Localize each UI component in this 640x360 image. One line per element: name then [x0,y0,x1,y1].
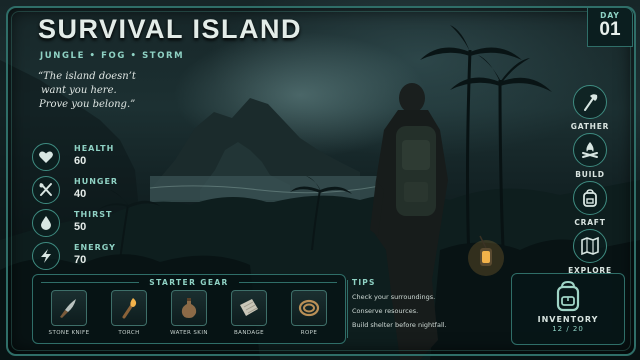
starter-gear-heading: STARTER GEAR [149,278,229,287]
game-subtitle: JUNGLE • FOG • STORM [40,51,185,61]
gear-label: ROPE [300,330,318,336]
explore-button[interactable]: EXPLORE [566,229,614,275]
heart-icon [32,143,60,171]
torch-icon [111,290,147,326]
divider [347,280,348,338]
action-label: CRAFT [574,218,606,227]
backpack-icon [573,181,607,215]
axe-icon [573,85,607,119]
starter-gear-panel: STARTER GEAR STONE KNIFE TORCH WATER SKI… [32,274,346,344]
tip-item: Check your surroundings. [352,293,436,301]
gear-slot-water-skin[interactable]: WATER SKIN [160,290,218,336]
craft-button[interactable]: CRAFT [566,181,614,227]
day-counter: DAY 01 [587,7,633,47]
rope-icon [291,290,327,326]
stat-value: 40 [74,188,87,200]
stat-name: ENERGY [74,243,116,252]
gear-slot-bandage[interactable]: BANDAGE [220,290,278,336]
stat-value: 50 [74,221,87,233]
map-icon [573,229,607,263]
campfire-icon [573,133,607,167]
quote-line: Prove you belong.” [39,99,136,110]
gear-label: BANDAGE [234,330,264,336]
water-skin-icon [171,290,207,326]
gear-slot-stone-knife[interactable]: STONE KNIFE [40,290,98,336]
stat-name: THIRST [74,210,113,219]
backpack-icon [556,280,580,312]
gear-label: STONE KNIFE [48,330,90,336]
build-button[interactable]: BUILD [566,133,614,179]
action-label: BUILD [575,170,605,179]
knife-icon [51,290,87,326]
gather-button[interactable]: GATHER [566,85,614,131]
game-title: SURVIVAL ISLAND [38,14,303,44]
stat-name: HEALTH [74,144,115,153]
gear-slot-rope[interactable]: ROPE [280,290,338,336]
gear-label: WATER SKIN [170,330,208,336]
lightning-icon [32,242,60,270]
intro-quote: “The island doesn’t want you here. Prove… [38,70,178,112]
inventory-count: 12 / 20 [552,325,584,333]
quote-line: “The island doesn’t [38,71,136,82]
day-number: 01 [599,19,621,40]
tips-panel: TIPS Check your surroundings. Conserve r… [352,278,502,329]
inventory-button[interactable]: INVENTORY 12 / 20 [511,273,625,345]
bandage-icon [231,290,267,326]
quote-line: want you here. [41,85,117,96]
tip-item: Build shelter before nightfall. [352,321,447,329]
utensils-icon [32,176,60,204]
gear-slot-torch[interactable]: TORCH [100,290,158,336]
tips-heading: TIPS [352,278,376,287]
action-label: GATHER [570,122,610,131]
stat-value: 60 [74,155,87,167]
inventory-label: INVENTORY [537,315,599,324]
stat-name: HUNGER [74,177,119,186]
gear-label: TORCH [118,330,140,336]
water-drop-icon [32,209,60,237]
tip-item: Conserve resources. [352,307,419,315]
stat-value: 70 [74,254,87,266]
game-screen: SURVIVAL ISLAND JUNGLE • FOG • STORM “Th… [0,0,640,360]
